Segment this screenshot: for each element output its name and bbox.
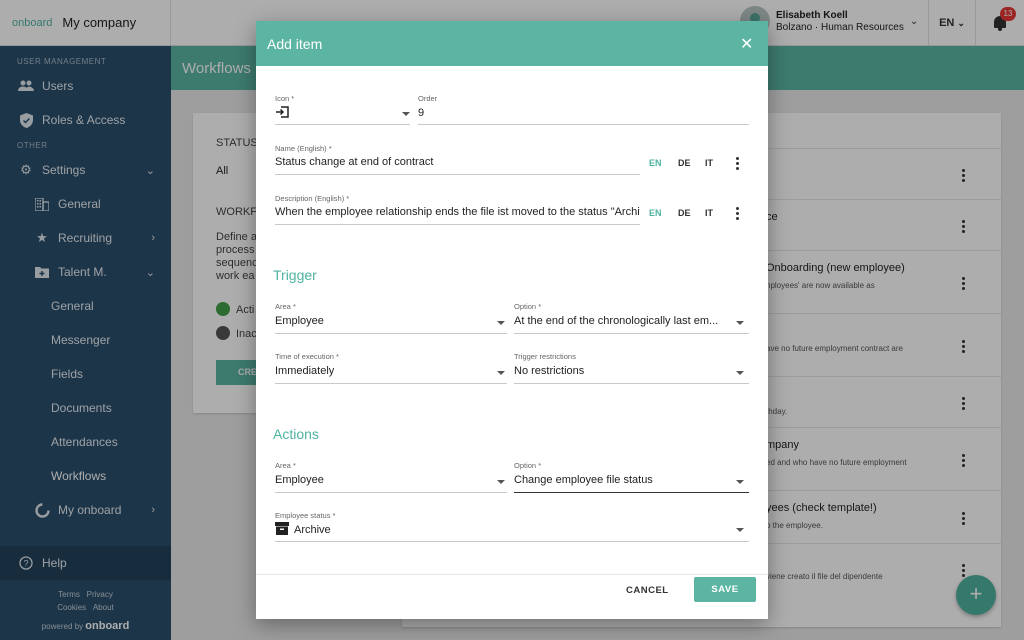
dialog-title: Add item — [267, 36, 323, 52]
field-underline — [514, 333, 749, 334]
required-mark: * — [538, 302, 542, 311]
trigger-option-select[interactable]: Option * At the end of the chronological… — [514, 302, 749, 334]
order-field[interactable]: Order 9 — [418, 94, 749, 125]
field-label: Time of execution — [275, 352, 334, 361]
field-underline — [275, 492, 507, 493]
required-mark: * — [538, 461, 542, 470]
icon-select[interactable]: Icon * — [275, 94, 410, 125]
field-label: Area — [275, 302, 291, 311]
dialog-header: Add item ✕ — [256, 21, 768, 66]
field-label: Description (English) — [275, 194, 345, 203]
required-mark: * — [292, 461, 296, 470]
field-underline — [275, 174, 640, 175]
field-label: Name (English) — [275, 144, 327, 153]
field-label: Option — [514, 302, 537, 311]
field-label: Option — [514, 461, 537, 470]
save-button[interactable]: SAVE — [694, 577, 756, 602]
archive-icon — [275, 522, 289, 538]
employee-status-value-wrap: Archive — [275, 522, 331, 538]
name-value: Status change at end of contract — [275, 156, 434, 168]
action-area-value: Employee — [275, 474, 324, 486]
action-option-value: Change employee file status — [514, 474, 653, 486]
required-mark: * — [332, 511, 336, 520]
lang-en-button[interactable]: EN — [649, 158, 662, 168]
add-item-dialog: Add item ✕ Icon * Order 9 Name (English)… — [256, 21, 768, 619]
required-mark: * — [291, 94, 295, 103]
lang-en-button[interactable]: EN — [649, 208, 662, 218]
employee-status-value: Archive — [294, 524, 331, 536]
trigger-section-title: Trigger — [273, 267, 317, 283]
trigger-area-value: Employee — [275, 315, 324, 327]
cancel-button[interactable]: CANCEL — [626, 585, 669, 596]
name-field[interactable]: Name (English) * Status change at end of… — [275, 144, 640, 175]
more-vert-icon[interactable] — [736, 157, 740, 172]
field-underline — [418, 124, 749, 125]
dropdown-caret-icon — [736, 480, 744, 484]
lang-it-button[interactable]: IT — [705, 208, 713, 218]
login-icon — [275, 106, 289, 121]
more-vert-icon[interactable] — [736, 207, 740, 222]
dropdown-caret-icon — [497, 480, 505, 484]
close-icon[interactable]: ✕ — [740, 34, 753, 54]
dropdown-caret-icon — [736, 321, 744, 325]
lang-de-button[interactable]: DE — [678, 158, 691, 168]
field-underline — [275, 124, 410, 125]
dialog-body: Icon * Order 9 Name (English) * Status c… — [256, 66, 768, 574]
action-area-select[interactable]: Area * Employee — [275, 461, 507, 493]
time-value: Immediately — [275, 365, 335, 377]
lang-it-button[interactable]: IT — [705, 158, 713, 168]
dropdown-caret-icon — [497, 371, 505, 375]
time-of-execution-select[interactable]: Time of execution * Immediately — [275, 352, 507, 384]
trigger-area-select[interactable]: Area * Employee — [275, 302, 507, 334]
field-underline — [275, 333, 507, 334]
employee-status-select[interactable]: Employee status * Archive — [275, 511, 749, 542]
field-label: Icon — [275, 94, 290, 103]
restrictions-value: No restrictions — [514, 365, 585, 377]
required-mark: * — [346, 194, 350, 203]
actions-section-title: Actions — [273, 426, 319, 442]
dropdown-caret-icon — [736, 528, 744, 532]
required-mark: * — [336, 352, 339, 361]
trigger-restrictions-select[interactable]: Trigger restrictions No restrictions — [514, 352, 749, 384]
field-label: Employee status — [275, 511, 331, 520]
required-mark: * — [328, 144, 332, 153]
field-underline — [514, 492, 749, 493]
field-label: Trigger restrictions — [514, 352, 576, 361]
lang-de-button[interactable]: DE — [678, 208, 691, 218]
field-label: Order — [418, 94, 438, 103]
dropdown-caret-icon — [497, 321, 505, 325]
field-underline — [275, 383, 507, 384]
description-field[interactable]: Description (English) * When the employe… — [275, 194, 640, 225]
field-underline — [514, 383, 749, 384]
required-mark: * — [292, 302, 296, 311]
dropdown-caret-icon — [402, 112, 410, 116]
dialog-footer: CANCEL SAVE — [256, 574, 768, 619]
trigger-option-value: At the end of the chronologically last e… — [514, 315, 719, 327]
dropdown-caret-icon — [736, 371, 744, 375]
action-option-select[interactable]: Option * Change employee file status — [514, 461, 749, 493]
field-underline — [275, 224, 640, 225]
description-value: When the employee relationship ends the … — [275, 206, 640, 218]
field-label: Area — [275, 461, 291, 470]
order-value: 9 — [418, 107, 425, 119]
field-underline — [275, 541, 749, 542]
